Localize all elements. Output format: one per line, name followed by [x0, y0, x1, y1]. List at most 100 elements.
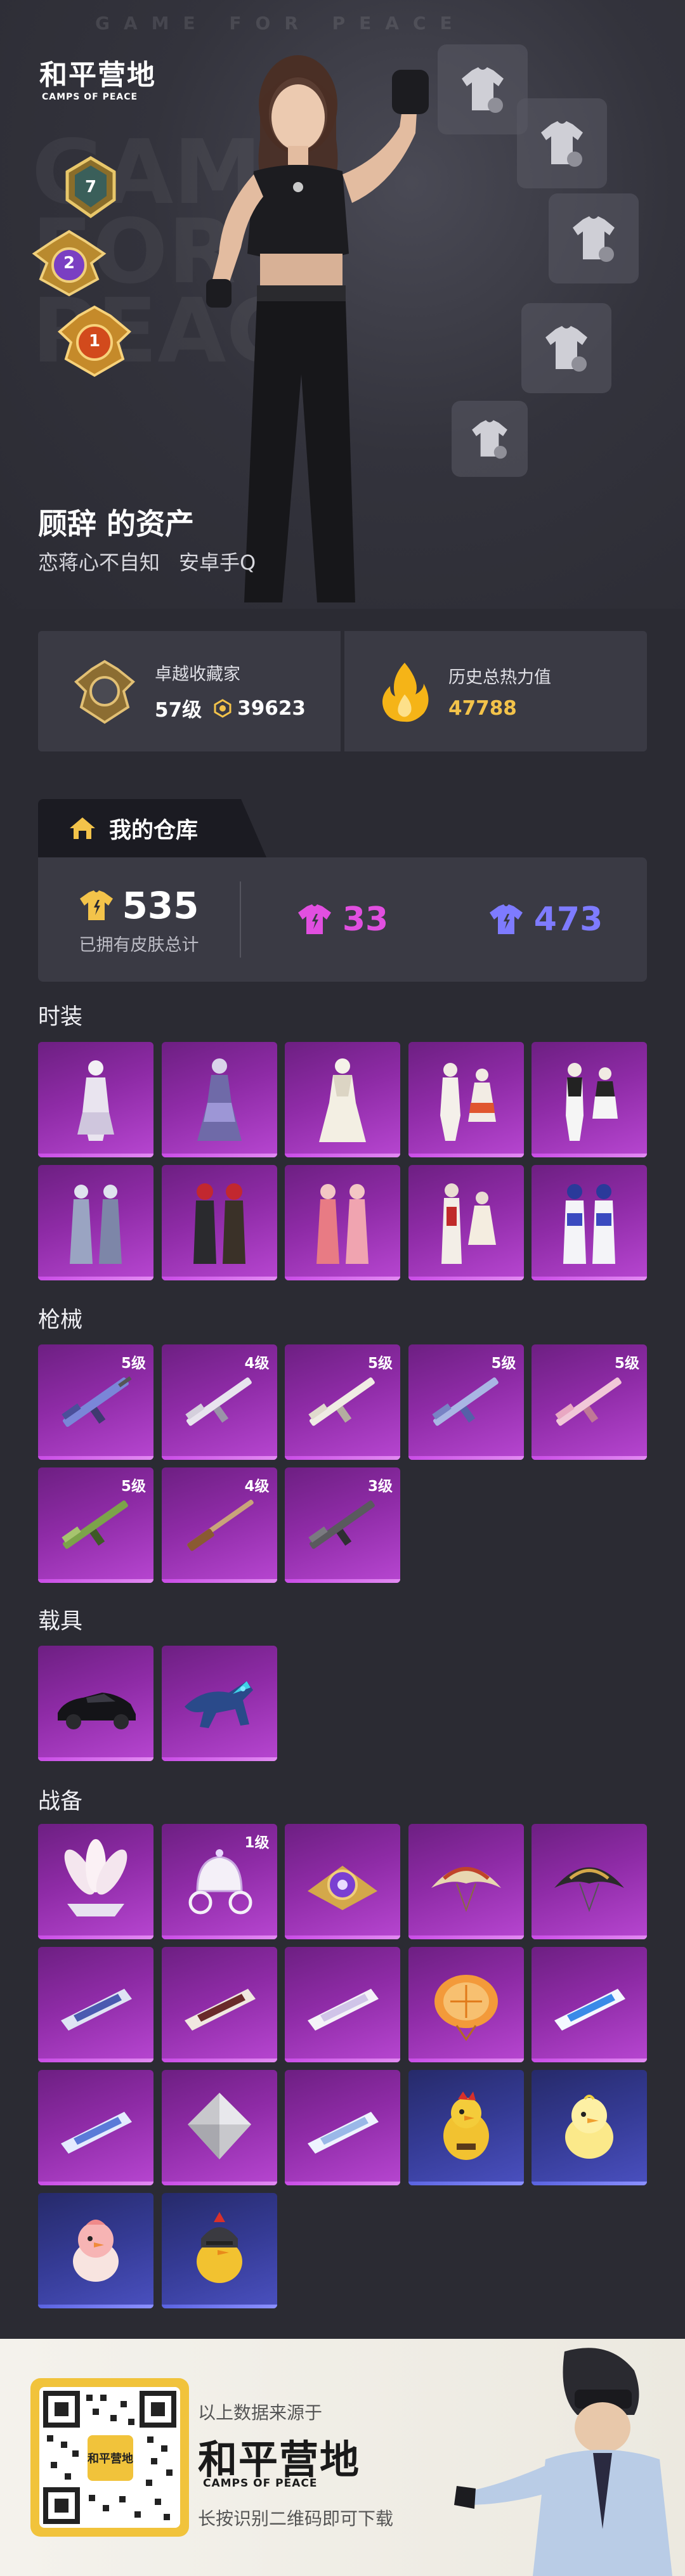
gear-item[interactable]: [532, 2070, 647, 2185]
mount-icon: [184, 1681, 253, 1728]
shirt-icon: [545, 326, 587, 372]
collector-level: 57级: [155, 699, 202, 722]
gun-item[interactable]: 5级: [285, 1344, 400, 1460]
shirt-icon: [541, 121, 583, 167]
fashion-item[interactable]: [408, 1165, 524, 1280]
blue-skins: 473: [444, 901, 647, 939]
power-stat: 历史总热力值 47788: [344, 631, 647, 751]
gear-item[interactable]: [38, 2070, 153, 2185]
fashion-item[interactable]: [38, 1042, 153, 1157]
fashion-item[interactable]: [532, 1165, 647, 1280]
gear-item[interactable]: [408, 2070, 524, 2185]
stats-panel: 卓越收藏家 57级 39623 历史总热力值 47788: [38, 631, 647, 751]
gear-item[interactable]: 1级: [161, 1824, 277, 1939]
glider-icon: [184, 1989, 256, 2031]
gear-item[interactable]: [38, 1824, 153, 1939]
fox-tails-icon: [64, 1839, 127, 1916]
shirt-icon: [472, 420, 507, 459]
page-title: 顾辞 的资产: [38, 507, 195, 541]
qr-code[interactable]: 和平营地: [30, 2378, 189, 2537]
gun-item[interactable]: 4级: [161, 1467, 277, 1583]
rank-badge-7: 7: [62, 155, 119, 219]
gear-item[interactable]: [38, 1947, 153, 2062]
outfit-icon: [566, 1063, 618, 1141]
total-caption: 已拥有皮肤总计: [79, 935, 199, 955]
fashion-item[interactable]: [38, 1165, 153, 1280]
gear-item[interactable]: [161, 1947, 277, 2062]
gun-item[interactable]: 5级: [38, 1467, 153, 1583]
item-level: 4级: [244, 1478, 270, 1495]
skin-card: [452, 401, 528, 477]
gear-item[interactable]: [161, 2070, 277, 2185]
gold-shirt-icon: [80, 890, 114, 920]
fashion-item[interactable]: [161, 1165, 277, 1280]
blue-shirt-icon: [489, 904, 523, 934]
item-level: 1级: [244, 1835, 270, 1851]
fashion-item[interactable]: [161, 1042, 277, 1157]
gear-item[interactable]: [532, 1824, 647, 1939]
hero-banner: GAME FOR PEACE GAME FOR PEACE 和平营地 CAMPS…: [0, 0, 685, 609]
collector-points: 39623: [237, 696, 306, 720]
glider-icon: [308, 2112, 379, 2154]
app-logo: 和平营地 CAMPS OF PEACE: [39, 59, 156, 103]
vehicle-item[interactable]: [38, 1646, 153, 1761]
fashion-item[interactable]: [532, 1042, 647, 1157]
outfit-icon: [77, 1060, 114, 1141]
blue-count: 473: [533, 901, 603, 939]
gun-item[interactable]: 5级: [532, 1344, 647, 1460]
chicken-icon: [443, 2091, 489, 2160]
fashion-grid: [38, 1042, 647, 1280]
skin-card: [438, 44, 528, 134]
outfit-icon: [440, 1063, 496, 1141]
gear-grid: 1级: [38, 1824, 647, 2308]
knight-chicken-icon: [196, 2212, 242, 2283]
outfit-icon: [193, 1183, 245, 1264]
fashion-item[interactable]: [285, 1042, 400, 1157]
hero-bg-word: GAME FOR PEACE: [95, 13, 466, 34]
gun-item[interactable]: 5级: [408, 1344, 524, 1460]
gear-item[interactable]: [38, 2193, 153, 2308]
logo-cn: 和平营地: [39, 59, 156, 91]
gear-item[interactable]: [408, 1824, 524, 1939]
collector-label: 卓越收藏家: [155, 665, 240, 684]
gun-item[interactable]: 4级: [161, 1344, 277, 1460]
home-icon: [70, 817, 95, 839]
gear-item[interactable]: [285, 1947, 400, 2062]
badge-number: 7: [84, 178, 97, 197]
purple-skins: 33: [241, 901, 444, 939]
total-count: 535: [122, 883, 199, 927]
owner-subtitle: 恋蒋心不自知 安卓手Q: [38, 547, 256, 576]
vehicle-item[interactable]: [161, 1646, 277, 1761]
section-title-guns: 枪械: [38, 1308, 83, 1333]
gear-item[interactable]: [532, 1947, 647, 2062]
power-label: 历史总热力值: [448, 667, 551, 687]
footer-logo: 和平营地: [198, 2436, 361, 2483]
outfit-icon: [563, 1184, 615, 1264]
gear-item[interactable]: [161, 2193, 277, 2308]
gun-item[interactable]: 5级: [38, 1344, 153, 1460]
gear-item[interactable]: [408, 1947, 524, 2062]
gear-item[interactable]: [285, 2070, 400, 2185]
gear-item[interactable]: [285, 1824, 400, 1939]
flame-icon: [382, 663, 429, 722]
skin-card: [517, 98, 607, 188]
purple-count: 33: [342, 901, 389, 939]
outfit-icon: [316, 1184, 369, 1264]
footer-logo-en: CAMPS OF PEACE: [203, 2477, 318, 2490]
rank-badge-1: 1: [53, 303, 136, 379]
fashion-item[interactable]: [285, 1165, 400, 1280]
collector-stat: 卓越收藏家 57级 39623: [38, 631, 341, 751]
chick-icon: [565, 2095, 613, 2159]
item-level: 5级: [121, 1478, 146, 1495]
item-level: 5级: [367, 1355, 393, 1372]
shirt-icon: [573, 216, 615, 262]
tab-warehouse[interactable]: 我的仓库: [38, 799, 266, 857]
glider-icon: [554, 1989, 625, 2031]
tab-label: 我的仓库: [109, 817, 199, 843]
points-icon: [214, 698, 232, 718]
item-level: 3级: [367, 1478, 393, 1495]
fashion-item[interactable]: [408, 1042, 524, 1157]
collector-badge-icon: [74, 660, 135, 724]
platform: 安卓手Q: [179, 550, 256, 575]
gun-item[interactable]: 3级: [285, 1467, 400, 1583]
